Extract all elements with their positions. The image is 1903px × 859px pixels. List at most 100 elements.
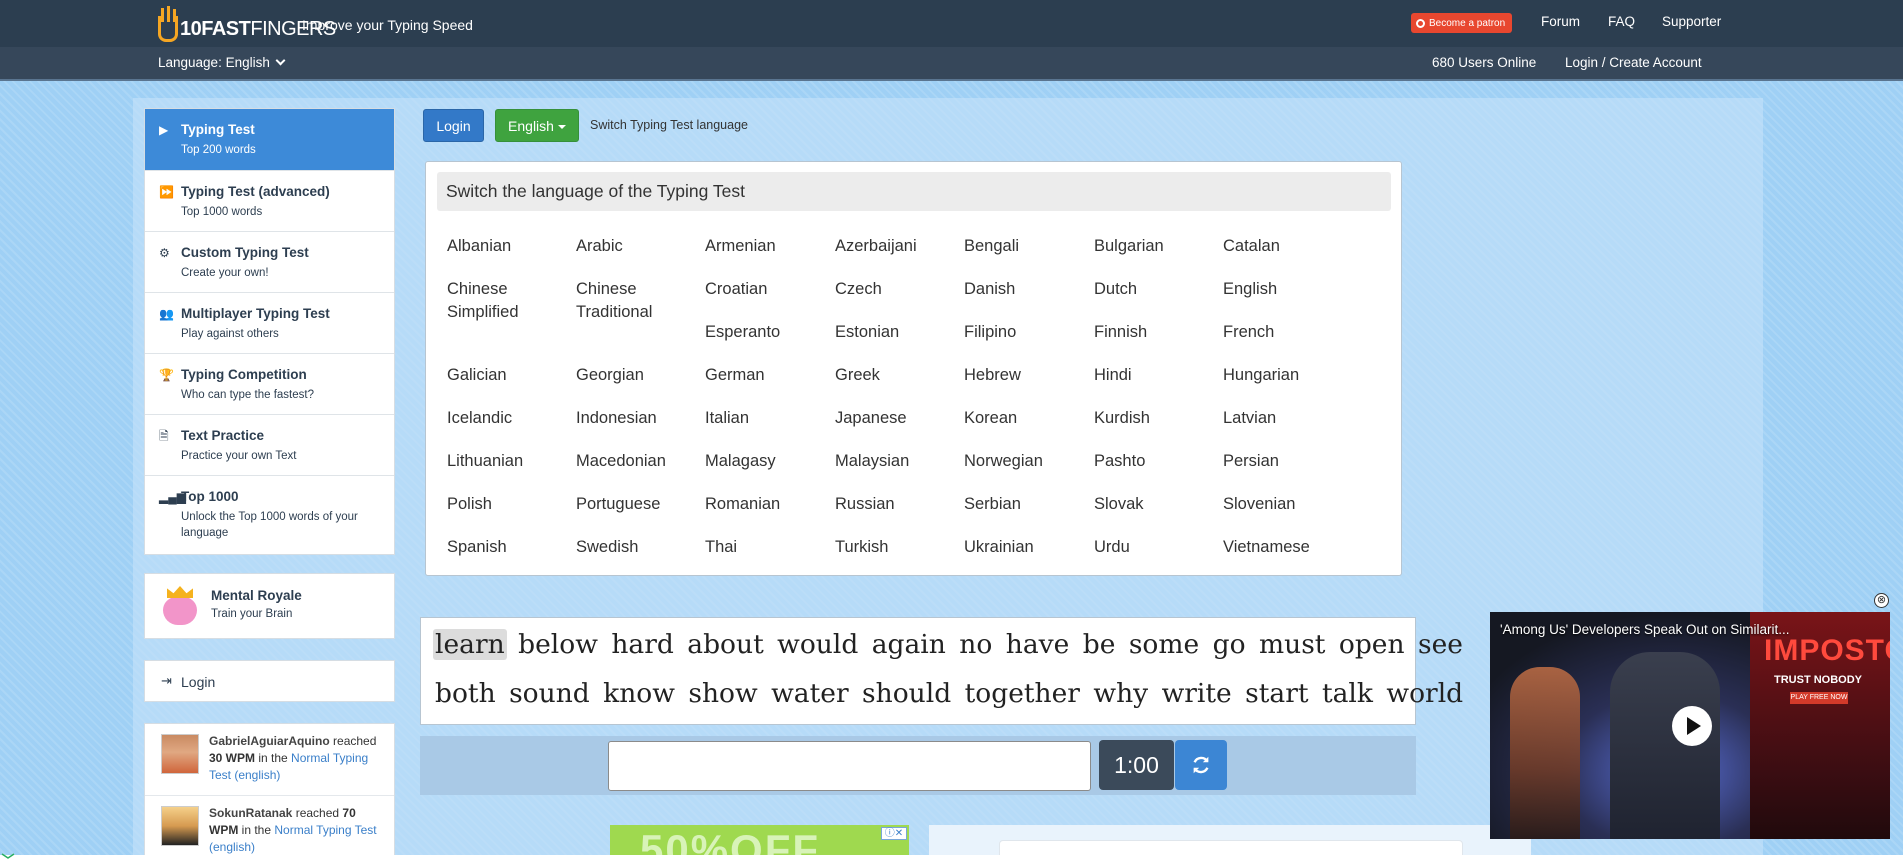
sidebar-item-subtitle: Top 200 words xyxy=(181,144,256,156)
language-option[interactable]: Polish xyxy=(447,493,567,516)
sidebar-item-subtitle: Unlock the Top 1000 words of your langua… xyxy=(181,511,358,539)
language-option[interactable]: Malaysian xyxy=(835,450,955,473)
language-option[interactable]: Indonesian xyxy=(576,407,696,430)
language-option[interactable]: Hungarian xyxy=(1223,364,1343,387)
language-option[interactable]: Ukrainian xyxy=(964,536,1084,559)
ad-close-icon[interactable]: ⓘ✕ xyxy=(881,827,907,840)
language-option[interactable]: Hindi xyxy=(1094,364,1214,387)
language-option[interactable]: Urdu xyxy=(1094,536,1214,559)
language-option[interactable]: Armenian xyxy=(705,235,825,258)
language-option[interactable]: Malagasy xyxy=(705,450,825,473)
sidebar-item-text-practice[interactable]: 🗎 Text Practice Practice your own Text xyxy=(145,415,394,476)
language-option[interactable]: Thai xyxy=(705,536,825,559)
language-option[interactable]: Galician xyxy=(447,364,567,387)
language-option[interactable]: Georgian xyxy=(576,364,696,387)
become-patron-button[interactable]: Become a patron xyxy=(1411,13,1512,33)
advertisement-banner[interactable]: 50%OFF ⓘ✕ xyxy=(610,825,909,859)
language-option[interactable]: French xyxy=(1223,321,1343,344)
language-option[interactable]: Greek xyxy=(835,364,955,387)
nav-faq-link[interactable]: FAQ xyxy=(1608,14,1635,29)
language-option[interactable]: Latvian xyxy=(1223,407,1343,430)
language-option[interactable]: Korean xyxy=(964,407,1084,430)
language-option[interactable]: Macedonian xyxy=(576,450,696,473)
word: hard xyxy=(611,629,674,660)
language-option[interactable]: Chinese Simplified xyxy=(447,278,567,324)
sidebar-item-typing-test[interactable]: ▶ Typing Test Top 200 words xyxy=(145,109,394,171)
language-option[interactable]: Turkish xyxy=(835,536,955,559)
sidebar-login-label: Login xyxy=(181,674,216,690)
activity-user-name[interactable]: SokunRatanak xyxy=(209,806,292,820)
login-create-account-link[interactable]: Login / Create Account xyxy=(1565,55,1702,70)
language-option[interactable]: Spanish xyxy=(447,536,567,559)
word: together xyxy=(964,678,1080,709)
sidebar-item-top-1000[interactable]: ▂▄▆ Top 1000 Unlock the Top 1000 words o… xyxy=(145,476,394,554)
avatar[interactable] xyxy=(161,734,199,774)
sidebar-item-multiplayer[interactable]: 👥 Multiplayer Typing Test Play against o… xyxy=(145,293,394,354)
language-dropdown-button[interactable]: English xyxy=(495,109,579,142)
language-option[interactable]: Catalan xyxy=(1223,235,1343,258)
language-option[interactable]: Arabic xyxy=(576,235,696,258)
language-option[interactable]: Pashto xyxy=(1094,450,1214,473)
sidebar-item-title: Top 1000 xyxy=(181,489,239,504)
language-option[interactable]: Serbian xyxy=(964,493,1084,516)
countdown-timer: 1:00 xyxy=(1099,740,1174,790)
language-option[interactable]: English xyxy=(1223,278,1343,301)
avatar[interactable] xyxy=(161,806,199,846)
video-brand-tag: PLAY FREE NOW xyxy=(1790,692,1848,704)
sidebar-item-typing-competition[interactable]: 🏆 Typing Competition Who can type the fa… xyxy=(145,354,394,415)
language-option[interactable]: Chinese Traditional xyxy=(576,278,696,324)
language-option[interactable]: Italian xyxy=(705,407,825,430)
recent-activity-feed: GabrielAguiarAquino reached 30 WPM in th… xyxy=(144,723,395,859)
sidebar-item-typing-test-advanced[interactable]: ⏩ Typing Test (advanced) Top 1000 words xyxy=(145,171,394,232)
nav-supporter-link[interactable]: Supporter xyxy=(1662,14,1721,29)
language-option[interactable]: Portuguese xyxy=(576,493,696,516)
language-option[interactable]: Czech xyxy=(835,278,955,301)
language-option[interactable]: Danish xyxy=(964,278,1084,301)
language-selector[interactable]: Language: English xyxy=(158,55,286,70)
play-button[interactable] xyxy=(1672,706,1712,746)
language-option[interactable]: Estonian xyxy=(835,321,955,344)
language-option[interactable]: Dutch xyxy=(1094,278,1214,301)
language-option[interactable]: Lithuanian xyxy=(447,450,567,473)
typing-input[interactable] xyxy=(608,741,1091,791)
language-option[interactable]: Filipino xyxy=(964,321,1084,344)
language-option[interactable]: Albanian xyxy=(447,235,567,258)
sidebar-item-title: Custom Typing Test xyxy=(181,245,309,260)
language-option[interactable]: Kurdish xyxy=(1094,407,1214,430)
language-option[interactable]: Slovenian xyxy=(1223,493,1343,516)
language-option[interactable]: Bulgarian xyxy=(1094,235,1214,258)
sidebar-item-custom-typing-test[interactable]: ⚙ Custom Typing Test Create your own! xyxy=(145,232,394,293)
login-button[interactable]: Login xyxy=(423,109,484,142)
language-option[interactable]: Slovak xyxy=(1094,493,1214,516)
language-option[interactable]: Azerbaijani xyxy=(835,235,955,258)
mental-royale-card[interactable]: Mental Royale Train your Brain xyxy=(144,573,395,639)
words-line: learn below hard about would again no ha… xyxy=(433,629,1465,660)
language-option[interactable]: Croatian xyxy=(705,278,825,301)
caret-down-icon xyxy=(557,124,566,129)
language-option[interactable]: German xyxy=(705,364,825,387)
video-brand-sub: TRUST NOBODY xyxy=(1774,674,1862,686)
language-option[interactable]: Russian xyxy=(835,493,955,516)
video-title: 'Among Us' Developers Speak Out on Simil… xyxy=(1500,622,1790,637)
bottom-strip xyxy=(0,855,1903,859)
language-option[interactable]: Finnish xyxy=(1094,321,1214,344)
language-option[interactable]: Bengali xyxy=(964,235,1084,258)
sidebar-item-subtitle: Top 1000 words xyxy=(181,206,263,218)
language-option[interactable]: Hebrew xyxy=(964,364,1084,387)
language-option[interactable]: Vietnamese xyxy=(1223,536,1343,559)
word: write xyxy=(1161,678,1232,709)
language-option[interactable]: Esperanto xyxy=(705,321,825,344)
reload-button[interactable] xyxy=(1175,740,1227,790)
nav-forum-link[interactable]: Forum xyxy=(1541,14,1580,29)
sidebar-login[interactable]: ⇥ Login xyxy=(144,660,395,702)
language-option[interactable]: Norwegian xyxy=(964,450,1084,473)
activity-user-name[interactable]: GabrielAguiarAquino xyxy=(209,734,330,748)
language-option[interactable]: Romanian xyxy=(705,493,825,516)
word: world xyxy=(1386,678,1464,709)
language-option[interactable]: Icelandic xyxy=(447,407,567,430)
language-option[interactable]: Persian xyxy=(1223,450,1343,473)
language-option[interactable]: Swedish xyxy=(576,536,696,559)
language-option[interactable]: Japanese xyxy=(835,407,955,430)
video-close-icon[interactable]: ⊗ xyxy=(1874,593,1889,608)
word: should xyxy=(862,678,952,709)
